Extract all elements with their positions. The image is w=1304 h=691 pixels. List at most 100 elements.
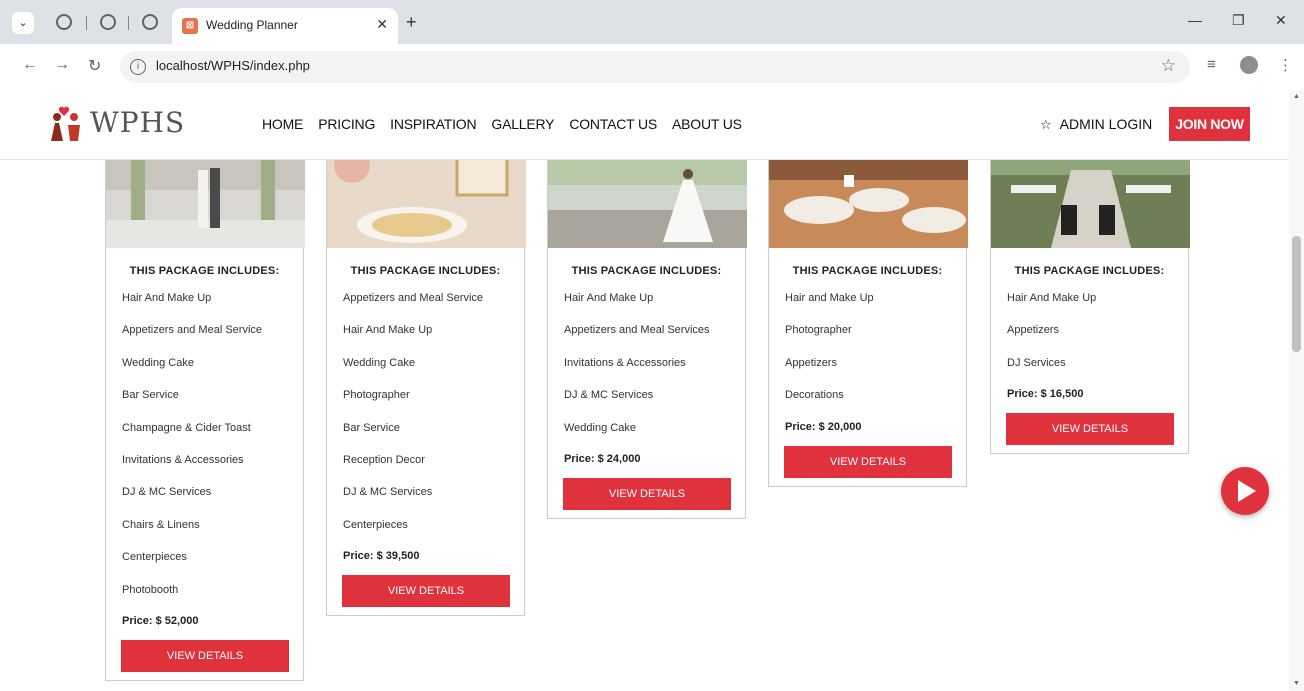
package-price: Price: $ 20,000 [785,420,862,433]
list-item: Appetizers and Meal Services [564,324,710,337]
view-details-button[interactable]: VIEW DETAILS [563,477,731,510]
package-heading: THIS PACKAGE INCLUDES: [350,265,501,277]
pinned-tab-icon[interactable] [56,14,72,30]
list-item: Hair And Make Up [1007,292,1097,304]
list-item: Photographer [343,389,410,402]
scroll-thumb[interactable] [1292,236,1301,352]
pinned-tab-icon[interactable] [100,14,116,30]
nav-home[interactable]: HOME [262,116,303,132]
admin-login-link[interactable]: ☆ ADMIN LOGIN [1040,116,1152,133]
bride-photo [548,150,747,248]
list-item: Hair And Make Up [564,292,654,304]
new-tab-icon[interactable]: + [406,12,417,33]
nav-gallery[interactable]: GALLERY [491,116,554,132]
back-icon[interactable]: ← [22,56,38,74]
package-heading: THIS PACKAGE INCLUDES: [571,265,722,277]
package-heading: THIS PACKAGE INCLUDES: [129,265,280,277]
menu-kebab-icon[interactable]: ⋮ [1278,56,1293,74]
list-item: Hair and Make Up [785,292,874,304]
bookmark-star-icon[interactable]: ☆ [1161,56,1176,76]
list-item: Hair And Make Up [122,292,212,304]
browser-toolbar: ← → ↻ i localhost/WPHS/index.php ☆ ≡ ⋮ [0,44,1304,90]
package-card: THIS PACKAGE INCLUDES: Hair And Make Up … [547,150,747,519]
profile-avatar-icon[interactable] [1240,56,1258,74]
list-item: DJ Services [1007,356,1066,369]
list-item: Photographer [785,324,852,337]
minimize-icon[interactable]: — [1188,12,1202,28]
list-item: Centerpieces [122,551,187,564]
active-tab[interactable]: ⊠ Wedding Planner ✕ [172,8,398,44]
reading-list-icon[interactable]: ≡ [1207,56,1216,73]
tab-strip: ⌄ ⊠ Wedding Planner ✕ + — ❐ ✕ [0,0,1304,44]
view-details-button[interactable]: VIEW DETAILS [121,639,289,672]
reception-hall-photo [769,150,968,248]
garden-tables-photo [991,150,1190,248]
star-icon: ☆ [1040,117,1052,132]
nav-pricing[interactable]: PRICING [318,116,375,132]
pinned-tab-icon[interactable] [142,14,158,30]
list-item: Champagne & Cider Toast [122,421,251,434]
view-details-button[interactable]: VIEW DETAILS [342,575,510,608]
wedding-couple-photo [106,150,305,248]
list-item: Reception Decor [343,453,425,466]
list-item: Appetizers and Meal Service [122,324,263,337]
main-nav: HOME PRICING INSPIRATION GALLERY CONTACT… [262,116,742,132]
list-item: Hair And Make Up [343,324,433,337]
package-price: Price: $ 52,000 [122,614,199,627]
url-text: localhost/WPHS/index.php [156,58,310,73]
view-details-button[interactable]: VIEW DETAILS [784,445,952,478]
tab-search-icon[interactable]: ⌄ [12,12,34,34]
package-items: Hair And Make Up Appetizers and Meal Ser… [106,291,303,615]
site-header: WPHS HOME PRICING INSPIRATION GALLERY CO… [0,90,1289,160]
package-card: THIS PACKAGE INCLUDES: Hair And Make Up … [105,150,305,681]
package-items: Hair And Make Up Appetizers and Meal Ser… [548,291,745,453]
nav-about-us[interactable]: ABOUT US [672,116,742,132]
list-item: Bar Service [343,421,400,434]
play-video-button[interactable] [1221,467,1269,515]
list-item: Photobooth [122,583,179,596]
list-item: Wedding Cake [564,421,636,434]
package-items: Hair And Make Up Appetizers DJ Services [991,291,1188,388]
tab-separator [86,16,87,30]
list-item: Wedding Cake [343,356,415,369]
list-item: Decorations [785,389,844,402]
package-price: Price: $ 24,000 [564,452,641,465]
list-item: Appetizers and Meal Service [343,292,484,304]
address-bar[interactable]: i localhost/WPHS/index.php ☆ [120,51,1190,83]
list-item: DJ & MC Services [564,389,654,402]
tab-close-icon[interactable]: ✕ [376,16,388,33]
join-now-button[interactable]: JOIN NOW [1169,107,1250,141]
table-setting-photo [327,147,526,248]
list-item: Bar Service [122,389,179,402]
site-info-icon[interactable]: i [130,59,146,75]
tab-title: Wedding Planner [206,18,298,32]
list-item: Invitations & Accessories [564,356,686,369]
scroll-down-icon[interactable]: ▼ [1293,680,1300,687]
nav-inspiration[interactable]: INSPIRATION [390,116,476,132]
list-item: Appetizers [1007,324,1059,337]
view-details-button[interactable]: VIEW DETAILS [1006,413,1174,446]
scroll-up-icon[interactable]: ▲ [1293,93,1300,100]
page-scrollbar[interactable]: ▲ ▼ [1289,90,1304,691]
package-card: THIS PACKAGE INCLUDES: Appetizers and Me… [326,147,526,617]
list-item: Chairs & Linens [122,518,200,531]
admin-login-label: ADMIN LOGIN [1059,116,1153,132]
couple-logo-icon[interactable] [50,105,84,141]
package-price: Price: $ 39,500 [343,550,420,563]
reload-icon[interactable]: ↻ [88,56,101,76]
list-item: DJ & MC Services [122,486,212,499]
site-logo-text[interactable]: WPHS [90,106,185,139]
favicon-icon: ⊠ [182,18,198,34]
list-item: Appetizers [785,356,837,369]
package-heading: THIS PACKAGE INCLUDES: [1014,265,1165,277]
window-close-icon[interactable]: ✕ [1275,12,1287,29]
list-item: DJ & MC Services [343,486,433,499]
play-icon [1238,480,1256,502]
forward-icon[interactable]: → [54,56,70,74]
list-item: Wedding Cake [122,356,194,369]
restore-icon[interactable]: ❐ [1232,12,1245,29]
nav-contact-us[interactable]: CONTACT US [569,116,657,132]
list-item: Centerpieces [343,518,408,531]
list-item: Invitations & Accessories [122,453,244,466]
package-card: THIS PACKAGE INCLUDES: Hair And Make Up … [990,150,1190,455]
